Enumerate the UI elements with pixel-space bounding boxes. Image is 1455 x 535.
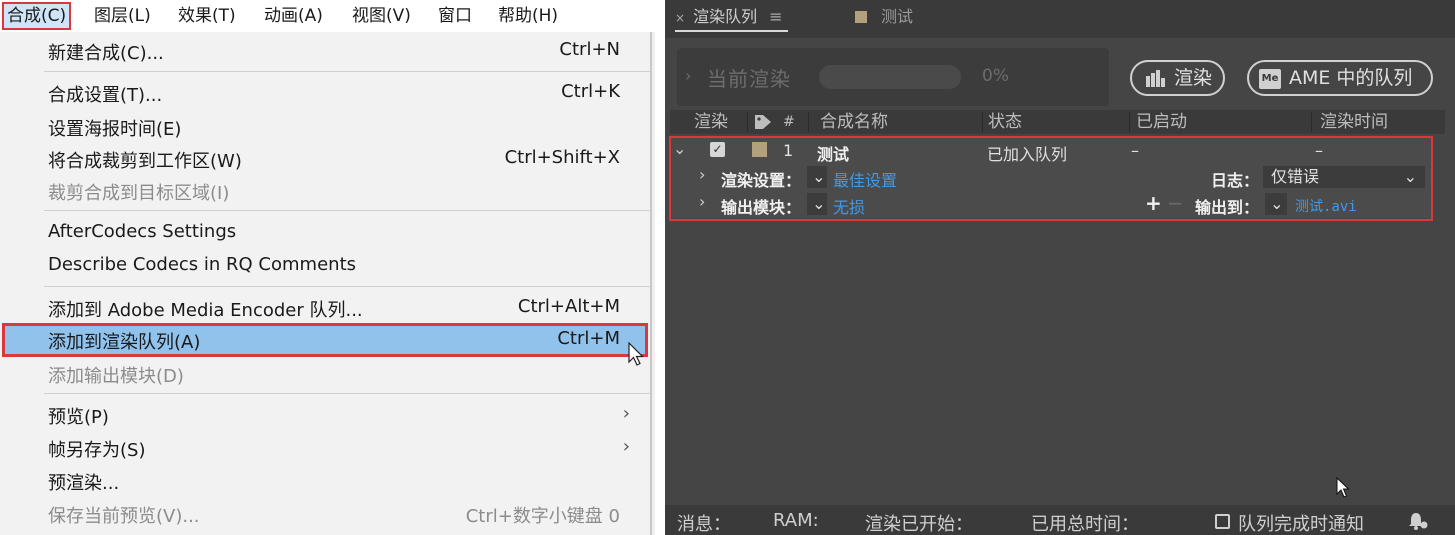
- render-button-label: 渲染: [1174, 67, 1213, 89]
- menu-composition[interactable]: 合成(C): [2, 2, 72, 30]
- menu-item-save-frame-as[interactable]: 帧另存为(S) ›: [0, 433, 650, 463]
- menu-help[interactable]: 帮助(H): [498, 4, 558, 28]
- chevron-right-icon: ›: [622, 436, 630, 457]
- menu-item-add-output-module: 添加输出模块(D): [0, 359, 650, 389]
- menu-item-add-to-render-queue[interactable]: 添加到渲染队列(A) Ctrl+M: [2, 323, 648, 357]
- menu-item-aftercodecs-settings[interactable]: AfterCodecs Settings: [0, 218, 650, 248]
- menu-item-describe-codecs[interactable]: Describe Codecs in RQ Comments: [0, 251, 650, 281]
- menu-item-add-to-ame-queue[interactable]: 添加到 Adobe Media Encoder 队列... Ctrl+Alt+M: [0, 293, 650, 323]
- status-render-started: 渲染已开始：: [865, 514, 973, 535]
- menu-view[interactable]: 视图(V): [352, 4, 411, 28]
- tab-label: 渲染队列: [693, 7, 758, 26]
- menu-item-shortcut: Ctrl+K: [561, 81, 620, 102]
- render-icon: [1146, 70, 1165, 87]
- menu-item-new-composition[interactable]: 新建合成(C)... Ctrl+N: [0, 36, 650, 66]
- current-render-label: 当前渲染: [707, 67, 791, 91]
- menu-item-label: Describe Codecs in RQ Comments: [48, 254, 357, 275]
- queue-in-ame-button[interactable]: Me AME 中的队列: [1247, 60, 1433, 96]
- menu-item-label: 设置海报时间(E): [48, 119, 182, 140]
- tab-render-queue[interactable]: × 渲染队列 ≡: [675, 6, 789, 32]
- menu-item-shortcut: Ctrl+数字小键盘 0: [465, 506, 620, 527]
- queue-in-ame-label: AME 中的队列: [1289, 67, 1413, 89]
- menu-separator: [44, 210, 650, 211]
- menu-animation[interactable]: 动画(A): [264, 4, 323, 28]
- label-tag-icon[interactable]: [754, 114, 772, 130]
- menu-item-shortcut: Ctrl+Alt+M: [517, 296, 620, 317]
- menu-layer[interactable]: 图层(L): [94, 4, 151, 28]
- current-render-box: › 当前渲染 0%: [677, 48, 1109, 106]
- close-icon[interactable]: ×: [675, 11, 685, 25]
- menu-item-preview[interactable]: 预览(P) ›: [0, 400, 650, 430]
- callout-outline: [669, 136, 1433, 221]
- menu-item-composition-settings[interactable]: 合成设置(T)... Ctrl+K: [0, 78, 650, 108]
- menu-item-label: 预览(P): [48, 407, 109, 428]
- chevron-right-icon[interactable]: ›: [685, 66, 691, 85]
- render-queue-panel: × 渲染队列 ≡ 测试 › 当前渲染 0% 渲染 Me AME 中的队列 渲染 # …: [665, 0, 1455, 535]
- menu-item-shortcut: Ctrl+N: [559, 39, 620, 60]
- column-started[interactable]: 已启动: [1136, 110, 1187, 134]
- column-divider: [1129, 112, 1130, 132]
- panel-tab-bar: × 渲染队列 ≡ 测试: [665, 0, 1455, 38]
- panel-menu-icon[interactable]: ≡: [769, 7, 782, 26]
- column-divider: [982, 112, 983, 132]
- menu-item-trim-comp-to-work-area[interactable]: 将合成裁剪到工作区(W) Ctrl+Shift+X: [0, 144, 650, 174]
- column-render[interactable]: 渲染: [694, 110, 728, 134]
- notification-bell-icon[interactable]: [1407, 511, 1429, 531]
- status-bar: 消息： RAM: 渲染已开始： 已用总时间： 队列完成时通知: [665, 505, 1455, 535]
- menu-item-label: 保存当前预览(V)...: [48, 506, 200, 527]
- divider: [655, 0, 665, 535]
- menu-effect[interactable]: 效果(T): [178, 4, 236, 28]
- queue-column-header: 渲染 # 合成名称 状态 已启动 渲染时间: [670, 110, 1445, 134]
- status-total-time: 已用总时间：: [1031, 514, 1139, 535]
- column-comp-name[interactable]: 合成名称: [820, 110, 888, 134]
- menu-item-pre-render[interactable]: 预渲染...: [0, 466, 650, 496]
- menu-item-label: 裁剪合成到目标区域(I): [48, 183, 230, 204]
- render-progress-percent: 0%: [982, 66, 1009, 86]
- column-divider: [1311, 112, 1312, 132]
- menu-separator: [44, 71, 650, 72]
- menu-item-label: 合成设置(T)...: [48, 85, 163, 106]
- composition-menu-screenshot: 合成(C) 图层(L) 效果(T) 动画(A) 视图(V) 窗口 帮助(H) 新…: [0, 0, 655, 535]
- menu-item-label: 帧另存为(S): [48, 440, 146, 461]
- column-render-time[interactable]: 渲染时间: [1320, 110, 1388, 134]
- tab-composition-test[interactable]: 测试: [855, 6, 913, 32]
- menu-item-label: 添加输出模块(D): [48, 366, 184, 387]
- tab-label: 测试: [881, 7, 914, 26]
- composition-dropdown: 新建合成(C)... Ctrl+N 合成设置(T)... Ctrl+K 设置海报…: [0, 32, 652, 535]
- menu-item-label: AfterCodecs Settings: [48, 221, 237, 242]
- status-messages: 消息：: [677, 514, 731, 535]
- column-status[interactable]: 状态: [988, 110, 1022, 134]
- menu-item-set-poster-time[interactable]: 设置海报时间(E): [0, 112, 650, 142]
- mouse-cursor-icon: [1336, 477, 1350, 498]
- menu-item-shortcut: Ctrl+M: [557, 328, 620, 349]
- menu-item-save-current-preview: 保存当前预览(V)... Ctrl+数字小键盘 0: [0, 499, 650, 529]
- media-encoder-icon: Me: [1259, 69, 1281, 89]
- menu-separator: [44, 286, 650, 287]
- notify-checkbox[interactable]: [1215, 514, 1230, 529]
- label-color-swatch: [855, 11, 867, 23]
- render-button[interactable]: 渲染: [1130, 60, 1225, 96]
- column-divider: [747, 112, 748, 132]
- column-number[interactable]: #: [783, 110, 795, 134]
- menu-item-label: 添加到渲染队列(A): [48, 332, 201, 353]
- menu-item-label: 将合成裁剪到工作区(W): [48, 151, 242, 172]
- menu-item-shortcut: Ctrl+Shift+X: [504, 147, 620, 168]
- menu-item-crop-comp-to-roi: 裁剪合成到目标区域(I): [0, 176, 650, 206]
- column-divider: [808, 112, 809, 132]
- menu-item-label: 预渲染...: [48, 473, 120, 494]
- menu-window[interactable]: 窗口: [438, 4, 472, 28]
- mouse-cursor-icon: [628, 342, 644, 366]
- chevron-right-icon: ›: [622, 403, 630, 424]
- menu-item-label: 添加到 Adobe Media Encoder 队列...: [48, 300, 363, 321]
- menubar: 合成(C) 图层(L) 效果(T) 动画(A) 视图(V) 窗口 帮助(H): [0, 0, 655, 32]
- status-ram: RAM:: [773, 510, 819, 531]
- menu-item-label: 新建合成(C)...: [48, 43, 164, 64]
- render-progress-bar: [819, 65, 961, 89]
- menu-separator: [44, 393, 650, 394]
- notify-label: 队列完成时通知: [1238, 514, 1364, 535]
